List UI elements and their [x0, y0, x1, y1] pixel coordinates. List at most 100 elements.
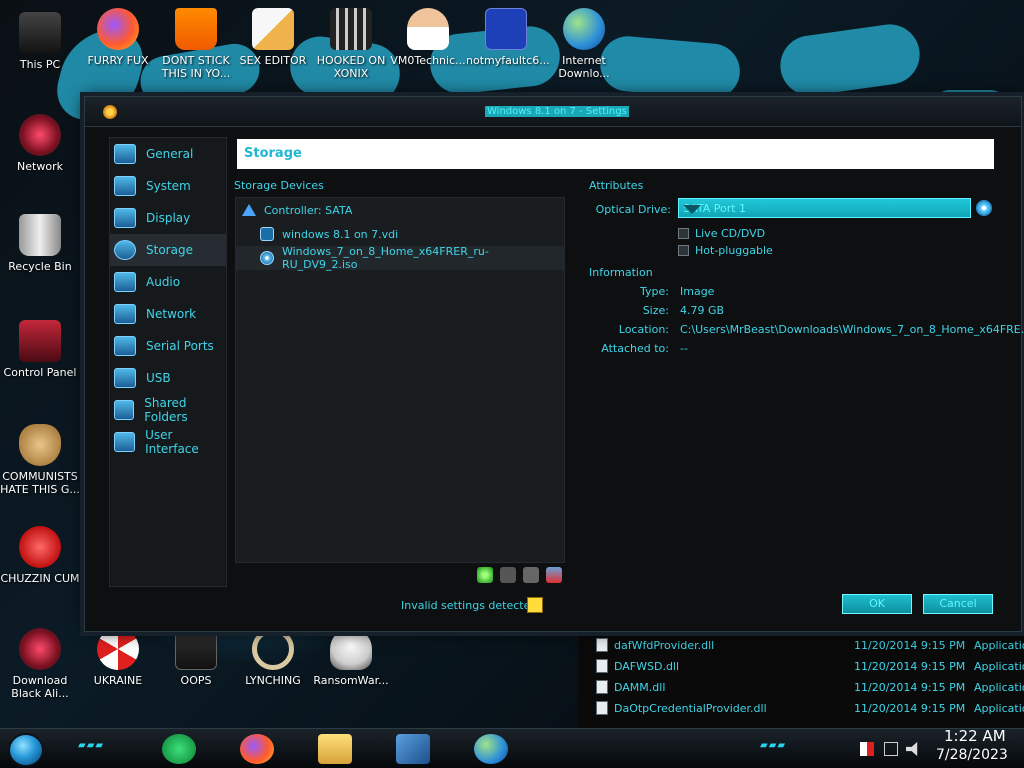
download-manager-icon[interactable]: [474, 734, 508, 764]
hxd-icon: [252, 8, 294, 50]
desktop-icon-communists[interactable]: COMMUNISTS HATE THIS G...: [0, 424, 80, 496]
action-center-flag-icon[interactable]: [860, 742, 874, 756]
info-size-label: Size:: [642, 304, 669, 317]
desktop-icon-control-panel[interactable]: Control Panel: [0, 320, 80, 379]
sidebar-item-display[interactable]: Display: [110, 202, 226, 234]
add-attachment-icon[interactable]: [523, 567, 539, 583]
cancel-button[interactable]: Cancel: [923, 594, 993, 614]
desktop-icon-oops[interactable]: OOPS: [156, 628, 236, 687]
list-item[interactable]: DAMM.dll 11/20/2014 9:15 PM Applicatio: [596, 677, 1024, 698]
dll-file-icon: [596, 638, 608, 652]
clock-date[interactable]: 7/28/2023: [936, 747, 1008, 763]
add-controller-icon[interactable]: [477, 567, 493, 583]
tree-row-label: Controller: SATA: [264, 203, 353, 217]
clock-time[interactable]: 1:22 AM: [944, 727, 1006, 745]
tree-item-iso[interactable]: Windows_7_on_8_Home_x64FRER_ru-RU_DV9_2.…: [236, 245, 564, 271]
folder-icon: [114, 400, 135, 420]
choose-disk-icon[interactable]: [976, 200, 992, 216]
sidebar-item-audio[interactable]: Audio: [110, 266, 226, 298]
game-icon: [330, 8, 372, 50]
list-item[interactable]: dafWfdProvider.dll 11/20/2014 9:15 PM Ap…: [596, 635, 1024, 656]
desktop-icon-xonix[interactable]: HOOKED ON XONIX: [311, 8, 391, 80]
tree-controller-sata[interactable]: Controller: SATA: [236, 198, 564, 222]
info-location-value: C:\Users\MrBeast\Downloads\Windows_7_on_…: [680, 323, 1024, 336]
gear-icon: [103, 105, 117, 119]
monitor-icon: [114, 144, 136, 164]
list-item[interactable]: DaOtpCredentialProvider.dll 11/20/2014 9…: [596, 698, 1024, 719]
hot-pluggable-checkbox[interactable]: Hot-pluggable: [678, 244, 773, 257]
storage-devices-label: Storage Devices: [234, 179, 324, 192]
sidebar-item-label: User Interface: [145, 428, 199, 456]
speaker-icon: [114, 272, 136, 292]
information-label: Information: [589, 266, 653, 279]
tree-row-label: Windows_7_on_8_Home_x64FRER_ru-RU_DV9_2.…: [281, 245, 489, 271]
page-header: Storage: [237, 139, 994, 169]
optical-disc-icon: [260, 251, 274, 265]
sidebar-item-usb[interactable]: USB: [110, 362, 226, 394]
desktop-icon-vlc[interactable]: DONT STICK THIS IN YO...: [156, 8, 236, 80]
computer-icon: [19, 12, 61, 54]
file-date: 11/20/2014 9:15 PM: [854, 660, 966, 673]
attributes-label: Attributes: [589, 179, 644, 192]
sidebar-item-general[interactable]: General: [110, 138, 226, 170]
desktop-icon-furry-fux[interactable]: FURRY FUX: [78, 8, 158, 67]
file-explorer-icon[interactable]: [318, 734, 352, 764]
sidebar-item-network[interactable]: Network: [110, 298, 226, 330]
desktop-icon-lynching[interactable]: LYNCHING: [233, 628, 313, 687]
desktop-icon-this-pc[interactable]: This PC: [0, 12, 80, 71]
window-titlebar[interactable]: Windows 8.1 on 7 - Settings: [85, 97, 1021, 127]
remove-attachment-icon[interactable]: [546, 567, 562, 583]
control-panel-icon: [19, 320, 61, 362]
desktop-icon-chuzzin[interactable]: CHUZZIN CUM: [0, 526, 80, 585]
file-type: Applicatio: [974, 681, 1024, 694]
list-item[interactable]: DAFWSD.dll 11/20/2014 9:15 PM Applicatio: [596, 656, 1024, 677]
sidebar-item-user-interface[interactable]: User Interface: [110, 426, 226, 458]
desktop-icon-vm0technic[interactable]: VM0Technic...: [388, 8, 468, 67]
desktop-icon-label: HOOKED ON XONIX: [316, 54, 386, 80]
recycle-bin-icon: [19, 214, 61, 256]
taskbar: [0, 728, 1024, 768]
live-cd-checkbox[interactable]: Live CD/DVD: [678, 227, 765, 240]
bsod-icon: [485, 8, 527, 50]
ok-button[interactable]: OK: [842, 594, 912, 614]
optical-drive-select[interactable]: SATA Port 1: [678, 198, 971, 218]
sidebar-item-label: Shared Folders: [144, 396, 188, 424]
desktop-icon-recycle-bin[interactable]: Recycle Bin: [0, 214, 80, 273]
info-size-value: 4.79 GB: [680, 304, 725, 317]
desktop-icon-ransomware[interactable]: RansomWar...: [311, 628, 391, 687]
desktop-icon-label: Internet Downlo...: [558, 54, 610, 80]
desktop-icon-ukraine[interactable]: UKRAINE: [78, 628, 158, 687]
desktop-icon-notmyfault[interactable]: notmyfaultc6...: [466, 8, 550, 67]
file-name: DAFWSD.dll: [614, 660, 680, 673]
network-tray-icon[interactable]: [884, 742, 898, 756]
dll-file-icon: [596, 680, 608, 694]
info-attached-value: --: [680, 342, 688, 355]
start-button[interactable]: [8, 733, 44, 767]
sidebar-item-system[interactable]: System: [110, 170, 226, 202]
sidebar-item-storage[interactable]: Storage: [110, 234, 226, 266]
desktop-icon-download-black[interactable]: Download Black Ali...: [0, 628, 80, 700]
firefox-icon[interactable]: [240, 734, 274, 764]
sidebar-item-shared-folders[interactable]: Shared Folders: [110, 394, 226, 426]
desktop-icon-label: DONT STICK THIS IN YO...: [161, 54, 231, 80]
file-name: DAMM.dll: [614, 681, 666, 694]
desktop-icon-network[interactable]: Network: [0, 114, 80, 173]
desktop-icon-idm[interactable]: Internet Downlo...: [544, 8, 624, 80]
desktop-icon-label: COMMUNISTS HATE THIS G...: [0, 470, 80, 496]
checkbox-box: [678, 228, 689, 239]
remove-controller-icon[interactable]: [500, 567, 516, 583]
file-date: 11/20/2014 9:15 PM: [854, 702, 966, 715]
sidebar-item-label: Storage: [146, 243, 193, 257]
money-bag-icon: [19, 424, 61, 466]
tree-item-vdi[interactable]: windows 8.1 on 7.vdi: [236, 222, 564, 246]
desktop-icon-label: Download Black Ali...: [11, 674, 69, 700]
app-green-chat-icon[interactable]: [162, 734, 196, 764]
warning-icon[interactable]: [527, 597, 543, 613]
desktop-icon-sex-editor[interactable]: SEX EDITOR: [233, 8, 313, 67]
sidebar-item-serial-ports[interactable]: Serial Ports: [110, 330, 226, 362]
settings-sidebar: General System Display Storage Audio Net…: [109, 137, 227, 587]
virtualbox-icon[interactable]: [396, 734, 430, 764]
volume-icon[interactable]: [906, 742, 918, 756]
serial-port-icon: [114, 336, 136, 356]
disk-icon: [114, 240, 136, 260]
